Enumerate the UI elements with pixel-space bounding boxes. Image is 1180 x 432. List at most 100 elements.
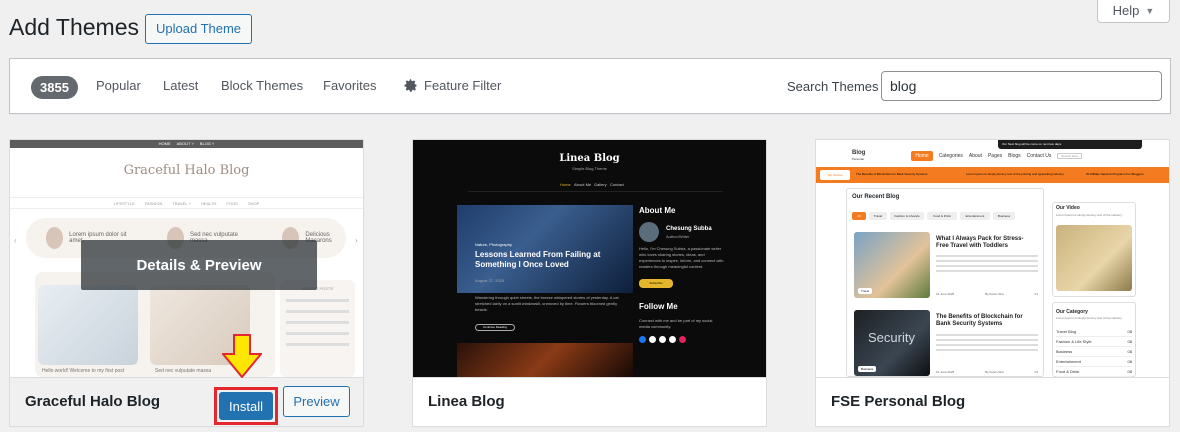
theme-screenshot[interactable]: Linea Blog Simple Blog Theme Home About …: [413, 140, 766, 377]
logo-sub: Personal: [852, 157, 864, 161]
nav-item: About Me: [574, 182, 592, 187]
arrow-down-icon: [222, 334, 262, 378]
nav-item: About: [968, 153, 982, 159]
details-preview-overlay[interactable]: Details & Preview: [81, 240, 317, 290]
gear-icon: [404, 79, 417, 92]
subscribe-button: Subscribe: [639, 279, 673, 288]
post-image-travel: Travel: [854, 232, 930, 298]
pinterest-icon: [679, 336, 686, 343]
post-meta: August 27, 2025: [475, 278, 505, 283]
category-count: 08: [1127, 359, 1132, 364]
category-row: Fashion & Life Style 08: [1056, 339, 1132, 347]
category-chips: All Travel Fashion & Lifestyle Food & Dr…: [852, 212, 1015, 220]
category-row: Travel Blog 08: [1056, 329, 1132, 337]
top-menu-item: BLOG ˅: [199, 141, 215, 146]
cta-label: Continue Reading: [482, 325, 508, 329]
nav-item: Gallery: [594, 182, 607, 187]
chip: Business: [993, 212, 1015, 220]
video-text: Lorem Ipsum is simply dummy text of the …: [1056, 213, 1123, 217]
screenshot-top-menu: HOME ABOUT ˅ BLOG ˅: [10, 140, 363, 148]
install-button[interactable]: Install: [219, 392, 273, 420]
x-icon: [649, 336, 656, 343]
page-title: Add Themes: [9, 14, 139, 40]
caption-left: Hello world! Welcome to my first post: [42, 368, 125, 374]
logo-text: Blog: [852, 150, 866, 156]
theme-screenshot[interactable]: Our Next blog will be come on next two d…: [816, 140, 1169, 377]
search-themes-input[interactable]: [881, 71, 1162, 101]
post-tag: Business: [858, 366, 877, 372]
filter-favorites[interactable]: Favorites: [323, 78, 376, 93]
chevron-down-icon: ▼: [1145, 5, 1155, 16]
ticker-item: Lorem Ipsum is simply dummy text of the …: [966, 172, 1065, 176]
chip: Entertainment: [960, 212, 990, 220]
nav-item: Blogs: [1008, 153, 1021, 159]
category-row: Food & Drink 08: [1056, 369, 1132, 377]
category-heading: Our Category: [1056, 309, 1088, 315]
youtube-icon: [669, 336, 676, 343]
menu-item: HEALTH: [200, 201, 217, 206]
ticker-item: The Benefits of Blockchain for Bank Secu…: [856, 172, 928, 176]
theme-card-graceful-halo-blog[interactable]: HOME ABOUT ˅ BLOG ˅ Graceful Halo Blog L…: [9, 139, 364, 427]
filter-latest[interactable]: Latest: [163, 78, 198, 93]
screenshot-header: Blog Personal Home Categories About Pages…: [852, 148, 1134, 164]
filter-block-themes[interactable]: Block Themes: [221, 78, 303, 93]
screenshot-menu: LIFESTYLE FASHION TRAVEL ˅ HEALTH FOOD S…: [10, 197, 363, 209]
post-title: Lessons Learned From Failing at Somethin…: [475, 250, 601, 269]
menu-item: FASHION: [144, 201, 163, 206]
post-comments: 01: [1034, 292, 1038, 296]
theme-screenshot[interactable]: HOME ABOUT ˅ BLOG ˅ Graceful Halo Blog L…: [10, 140, 363, 377]
post-category: Nature, Photography: [475, 242, 512, 247]
image-word: Security: [868, 330, 915, 345]
install-highlight-box: Install: [214, 387, 278, 425]
chip: All: [852, 212, 866, 220]
help-label: Help: [1112, 3, 1140, 18]
ticker-badge-text: Top Stories: [827, 173, 843, 177]
follow-heading: Follow Me: [639, 302, 678, 311]
nav-item: Home: [560, 182, 571, 187]
upload-theme-button[interactable]: Upload Theme: [145, 14, 253, 44]
chip: Food & Drink: [927, 212, 957, 220]
category-count: 08: [1127, 349, 1132, 354]
category-text: Lorem Ipsum is simply dummy text of the …: [1056, 316, 1123, 320]
facebook-icon: [639, 336, 646, 343]
video-thumbnail: [1056, 225, 1132, 291]
category-name: Fashion & Life Style: [1056, 339, 1092, 344]
menu-item: LIFESTYLE: [113, 201, 135, 206]
preview-button[interactable]: Preview: [283, 386, 350, 417]
category-count: 08: [1127, 339, 1132, 344]
category-name: Travel Blog: [1056, 329, 1077, 334]
help-tab[interactable]: Help ▼: [1097, 0, 1170, 23]
category-row: Business 08: [1056, 349, 1132, 357]
feature-filter-button[interactable]: Feature Filter: [403, 78, 501, 93]
category-name: Business: [1056, 349, 1073, 354]
theme-name: FSE Personal Blog: [831, 393, 966, 410]
screenshot-nav: Home About Me Gallery Contact: [468, 182, 723, 192]
nav-item: Categories: [938, 153, 963, 159]
category-name: Food & Drink: [1056, 369, 1080, 374]
theme-card-fse-personal-blog[interactable]: Our Next blog will be come on next two d…: [815, 139, 1170, 427]
theme-name: Graceful Halo Blog: [25, 393, 161, 410]
ticker-item: 20 Affiliate Network Programs For Blogge…: [1086, 172, 1144, 176]
category-count: 08: [1127, 329, 1132, 334]
top-strip-text: Our Next blog will be come on next two d…: [1002, 142, 1062, 146]
post-meta: 16 June 2025 By Kelvin Sha 02: [936, 370, 1038, 374]
screenshot-sidebar: RECENT POSTS: [280, 280, 355, 377]
author-role: Author/Writer: [666, 234, 690, 239]
news-ticker: Top Stories The Benefits of Blockchain f…: [816, 167, 1169, 183]
instagram-icon: [659, 336, 666, 343]
chevron-left-icon: ‹: [14, 236, 17, 245]
ticker-badge: Top Stories: [820, 170, 850, 180]
menu-item: TRAVEL ˅: [172, 201, 191, 206]
keyboard-image: [38, 285, 138, 365]
post-author: By Kelvin Sha: [985, 292, 1004, 296]
nav-item: Contact: [610, 182, 624, 187]
category-name: Entertainment: [1056, 359, 1081, 364]
theme-card-linea-blog[interactable]: Linea Blog Simple Blog Theme Home About …: [412, 139, 767, 427]
filter-popular[interactable]: Popular: [96, 78, 141, 93]
screenshot-site-title: Linea Blog: [559, 153, 620, 164]
theme-count-badge: 3855: [31, 76, 78, 99]
author-name: Chesung Subba: [666, 226, 712, 232]
screenshot-tagline: Simple Blog Theme: [572, 166, 607, 171]
second-post-image: [457, 343, 633, 377]
chip: Travel: [869, 212, 887, 220]
